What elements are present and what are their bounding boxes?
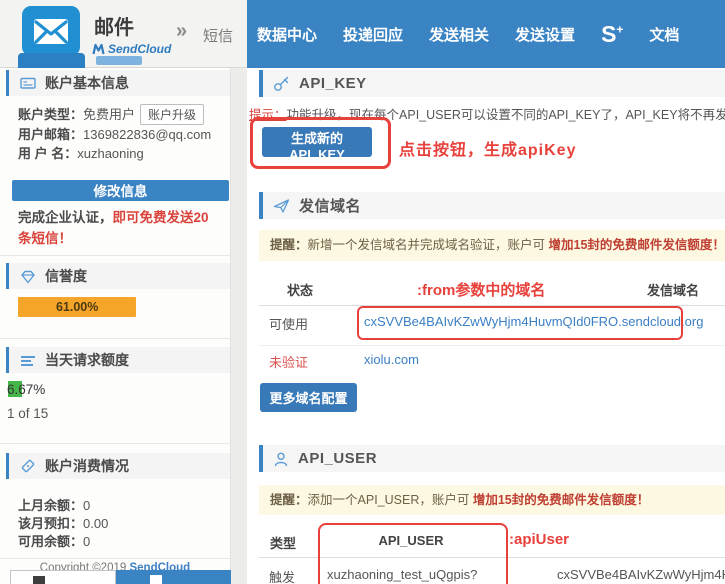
domain-row-status: 可使用 <box>269 317 309 332</box>
main-content: API_KEY 提示：功能升级，现在每个API_USER可以设置不同的API_K… <box>247 68 725 584</box>
domain-row-link[interactable]: xiolu.com <box>364 352 419 367</box>
account-email-row: 用户邮箱：1369822836@qq.com <box>18 127 212 142</box>
gem-icon <box>21 270 35 283</box>
account-sidebar: 账户基本信息 账户类型：免费用户 账户升级 用户邮箱：1369822836@qq.… <box>0 68 231 584</box>
api-user-row-type: 触发 <box>269 570 296 584</box>
divider <box>0 558 230 559</box>
account-info-header: 账户基本信息 <box>6 70 230 96</box>
consumption-header: 账户消费情况 <box>6 453 230 479</box>
brand-name: SendCloud <box>108 42 172 56</box>
api-user-section-header: API_USER <box>259 445 725 472</box>
col-header-api-user: API_USER <box>378 533 444 548</box>
nav-item-docs[interactable]: 文档 <box>649 24 679 45</box>
api-user-title: API_USER <box>298 450 378 467</box>
sending-domain-title: 发信域名 <box>299 198 362 215</box>
quota-percent: 6.67% <box>7 382 46 397</box>
brand-m-icon <box>92 43 105 55</box>
product-title: 邮件 <box>94 17 134 39</box>
api-key-title: API_KEY <box>299 75 367 92</box>
quota-progress: 6.67% <box>7 381 210 397</box>
nav-item-send-settings[interactable]: 发送设置 <box>515 24 575 45</box>
table-header-line <box>259 305 725 306</box>
sendcloud-console-page: { "header": { "logo_title": "邮件", "brand… <box>0 0 725 584</box>
sending-domain-section-header: 发信域名 <box>259 192 725 219</box>
chevrons-right-icon: » <box>176 20 188 42</box>
quota-header: 当天请求额度 <box>6 347 230 373</box>
dark-glyph-icon <box>33 576 45 584</box>
modify-info-button[interactable]: 修改信息 <box>12 180 229 201</box>
ticket-icon <box>21 459 35 473</box>
mail-logo[interactable] <box>22 6 80 56</box>
nav-item-send-related[interactable]: 发送相关 <box>429 24 489 45</box>
nav-item-data-center[interactable]: 数据中心 <box>257 24 317 45</box>
nav-item-delivery-response[interactable]: 投递回应 <box>343 24 403 45</box>
layout-gap <box>231 68 247 584</box>
white-glyph-icon <box>150 575 162 584</box>
available-balance-row: 可用余额：0 <box>18 534 91 549</box>
api-user-row-name: xuzhaoning_test_uQgpis? <box>327 567 478 582</box>
top-navbar: 数据中心 投递回应 发送相关 发送设置 S+ 文档 <box>247 0 725 68</box>
reputation-value: 61.00% <box>55 300 99 314</box>
api-user-row-key: cxSVVBe4BAIvKZwWyHjm4H <box>557 567 725 582</box>
id-card-icon <box>20 77 36 89</box>
account-type-row: 账户类型：免费用户 账户升级 <box>18 104 205 125</box>
reputation-progress-fill: 61.00% <box>18 297 137 317</box>
sms-tab[interactable]: 短信 <box>203 25 233 46</box>
from-param-annotation: :from参数中的域名 <box>417 282 546 299</box>
quota-usage: 1 of 15 <box>7 406 49 421</box>
envelope-icon <box>34 18 68 44</box>
sending-domain-tip: 提醒：新增一个发信域名并完成域名验证，账户可 增加15封的免费邮件发信额度！ <box>259 230 725 261</box>
table-row-line <box>259 345 725 346</box>
api-user-tip: 提醒：添加一个API_USER，账户可 增加15封的免费邮件发信额度！ <box>259 485 725 515</box>
header-brand-area: 邮件 SendCloud » 短信 <box>0 0 247 68</box>
apikey-annotation: 点击按钮，生成apiKey <box>399 142 577 159</box>
domain-row-status: 未验证 <box>269 355 309 370</box>
table-header-line <box>259 557 725 558</box>
list-bars-icon <box>21 355 35 366</box>
s-plus-logo[interactable]: S+ <box>601 22 623 46</box>
col-header-domain: 发信域名 <box>646 283 699 298</box>
key-icon <box>274 76 289 91</box>
api-key-tip: 提示：功能升级，现在每个API_USER可以设置不同的API_KEY了，API_… <box>249 108 725 122</box>
generate-api-key-button[interactable]: 生成新的API_KEY <box>262 127 372 162</box>
upgrade-account-button[interactable]: 账户升级 <box>140 104 205 125</box>
col-header-status: 状态 <box>287 283 314 298</box>
reputation-header: 信誉度 <box>6 263 230 289</box>
api-user-annotation: :apiUser <box>509 531 570 548</box>
partial-blue-text <box>96 56 142 65</box>
domain-row-link[interactable]: cxSVVBe4BAIvKZwWyHjm4HuvmQId0FRO.sendclo… <box>364 314 703 329</box>
footer-left-button-partial[interactable] <box>10 570 116 584</box>
brand-row: SendCloud <box>92 42 171 56</box>
col-header-type: 类型 <box>270 536 297 551</box>
sidebar-top-tab-partial[interactable] <box>18 53 85 68</box>
reputation-progress: 61.00% <box>18 297 212 317</box>
footer-right-button-partial[interactable] <box>116 570 231 584</box>
api-key-section-header: API_KEY <box>259 70 725 97</box>
paper-plane-icon <box>273 198 290 213</box>
more-domain-config-button[interactable]: 更多域名配置 <box>260 383 357 412</box>
divider <box>0 443 230 444</box>
withheld-this-month-row: 该月预扣：0.00 <box>18 516 109 531</box>
divider <box>0 255 230 256</box>
divider <box>0 338 230 339</box>
account-name-row: 用 户 名：xuzhaoning <box>18 146 144 161</box>
certification-notice: 完成企业认证，即可免费发送20条短信！ <box>18 210 209 246</box>
balance-last-month-row: 上月余额：0 <box>18 498 91 513</box>
person-icon <box>274 452 288 466</box>
